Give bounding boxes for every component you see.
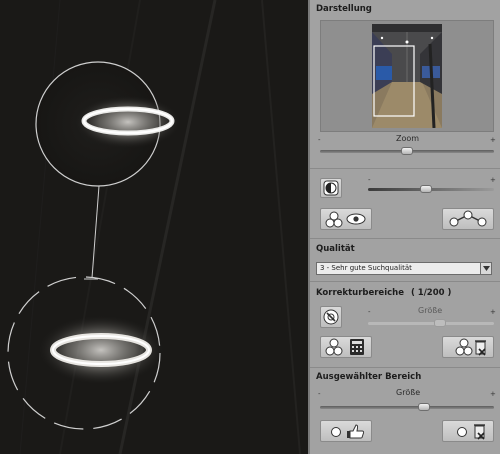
zoom-label: Zoom <box>396 134 420 143</box>
magnifier-resize-icon <box>323 309 339 325</box>
contrast-plus: + <box>490 176 496 184</box>
delete-areas-button[interactable] <box>442 336 494 358</box>
ab-size-slider-handle[interactable] <box>418 403 431 411</box>
add-areas-button[interactable] <box>320 336 372 358</box>
zoom-plus: + <box>490 136 496 144</box>
ab-size-slider-track[interactable] <box>320 406 494 409</box>
side-panel: Darstellung - Zoom + - + Qualität Korrek… <box>308 0 500 454</box>
navigator-preview[interactable] <box>320 20 494 132</box>
chevron-down-icon[interactable] <box>480 263 491 274</box>
circles-calculator-icon <box>325 338 364 356</box>
ab-size-label: Größe <box>396 388 421 397</box>
show-areas-button[interactable] <box>320 208 372 230</box>
korrekturbereiche-title: Korrekturbereiche ( 1/200 ) <box>316 288 451 298</box>
circles-eye-icon <box>325 211 366 228</box>
contrast-button[interactable] <box>320 178 342 198</box>
ausgewaehlter-title: Ausgewählter Bereich <box>316 372 422 382</box>
circles-trash-icon <box>455 338 486 356</box>
connect-points-button[interactable] <box>442 208 494 230</box>
quality-select-value: 3 - Sehr gute Suchqualität <box>320 264 412 272</box>
ab-size-plus: + <box>490 390 496 398</box>
connected-dots-icon <box>449 210 487 227</box>
circle-thumbs-up-icon <box>331 424 365 439</box>
app-window: Darstellung - Zoom + - + Qualität Korrek… <box>0 0 500 454</box>
delete-area-button[interactable] <box>442 420 494 442</box>
contrast-minus: - <box>368 176 371 184</box>
preview-thumbnail <box>372 24 442 128</box>
zoom-minus: - <box>318 136 321 144</box>
quality-select[interactable]: 3 - Sehr gute Suchqualität <box>316 262 492 275</box>
korrekturbereiche-label: Korrekturbereiche <box>316 288 404 298</box>
kb-size-slider-handle <box>434 319 446 327</box>
approve-area-button[interactable] <box>320 420 372 442</box>
kb-size-minus: - <box>368 308 371 316</box>
contrast-icon <box>323 180 339 196</box>
kb-size-slider-track <box>368 322 494 325</box>
kb-size-plus: + <box>490 308 496 316</box>
canvas-drawing <box>0 0 308 454</box>
contrast-slider-handle[interactable] <box>419 185 432 193</box>
circle-trash-icon <box>457 424 485 440</box>
zoom-slider-handle[interactable] <box>401 147 413 155</box>
darstellung-title: Darstellung <box>316 4 372 14</box>
korrekturbereiche-count: ( 1/200 ) <box>410 288 452 298</box>
image-canvas[interactable] <box>0 0 308 454</box>
qualitaet-title: Qualität <box>316 244 355 254</box>
kb-size-label: Größe <box>418 306 443 315</box>
ab-size-minus: - <box>318 390 321 398</box>
area-size-button[interactable] <box>320 306 342 328</box>
